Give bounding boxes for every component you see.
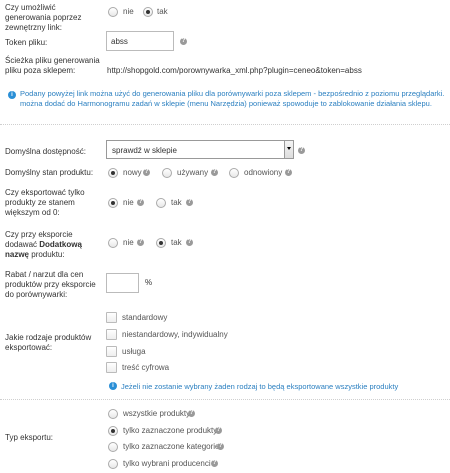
zero-stock-tak-help-icon[interactable]: ? — [186, 199, 193, 206]
zero-stock-label: Czy eksportować tylko produkty ze stanem… — [5, 188, 85, 217]
export-link-option-tak: tak — [157, 7, 168, 16]
token-label: Token pliku: — [5, 38, 48, 47]
zero-stock-radio-nie[interactable] — [108, 198, 118, 208]
product-type-tresc-checkbox[interactable] — [106, 362, 117, 373]
export-type-radio-all[interactable] — [108, 409, 118, 419]
extra-name-nie-help-icon[interactable]: ? — [137, 239, 144, 246]
discount-unit: % — [145, 278, 153, 287]
info-icon: i — [8, 91, 16, 99]
condition-option-odnowiony: odnowiony — [244, 168, 283, 177]
product-type-niestandardowy-checkbox[interactable] — [106, 329, 117, 340]
extra-name-tak-help-icon[interactable]: ? — [186, 239, 193, 246]
export-type-label: Typ eksportu: — [5, 433, 54, 442]
condition-option-uzywany: używany — [177, 168, 209, 177]
condition-nowy-help-icon[interactable]: ? — [143, 169, 150, 176]
product-types-info-icon: i — [109, 382, 117, 390]
availability-label: Domyślna dostępność: — [5, 147, 86, 156]
export-type-option-products: tylko zaznaczone produkty — [123, 426, 218, 435]
zero-stock-nie-help-icon[interactable]: ? — [137, 199, 144, 206]
product-type-tresc-label: treść cyfrowa — [122, 363, 170, 372]
availability-value: sprawdź w sklepie — [112, 146, 177, 155]
export-type-products-help-icon[interactable]: ? — [215, 427, 222, 434]
availability-help-icon[interactable]: ? — [298, 147, 305, 154]
export-type-radio-producers[interactable] — [108, 459, 118, 469]
token-value: abss — [111, 37, 128, 46]
extra-name-option-tak: tak — [171, 238, 182, 247]
zero-stock-option-tak: tak — [171, 198, 182, 207]
export-type-radio-categories[interactable] — [108, 442, 118, 452]
condition-odnowiony-help-icon[interactable]: ? — [285, 169, 292, 176]
separator — [0, 124, 450, 125]
discount-input[interactable] — [106, 273, 139, 293]
product-type-usluga-label: usługa — [122, 347, 146, 356]
path-url: http://shopgold.com/porownywarka_xml.php… — [107, 66, 362, 75]
separator-2 — [0, 399, 450, 400]
token-input[interactable]: abss — [106, 31, 174, 51]
product-types-label: Jakie rodzaje produktów eksportować: — [5, 333, 92, 352]
extra-name-label-post: produktu: — [29, 250, 65, 259]
product-types-note: Jeżeli nie zostanie wybrany żaden rodzaj… — [121, 382, 399, 391]
product-type-niestandardowy-label: niestandardowy, indywidualny — [122, 330, 228, 339]
condition-radio-uzywany[interactable] — [162, 168, 172, 178]
condition-label: Domyślny stan produktu: — [5, 168, 94, 177]
extra-name-radio-nie[interactable] — [108, 238, 118, 248]
link-note: Podany powyżej link można użyć do genero… — [20, 89, 445, 108]
export-type-option-all: wszystkie produkty — [123, 409, 191, 418]
product-type-usluga-checkbox[interactable] — [106, 346, 117, 357]
export-link-option-nie: nie — [123, 7, 134, 16]
export-type-option-producers: tylko wybrani producenci — [123, 459, 211, 468]
availability-select[interactable]: sprawdź w sklepie — [106, 140, 294, 159]
export-type-radio-products[interactable] — [108, 426, 118, 436]
condition-uzywany-help-icon[interactable]: ? — [211, 169, 218, 176]
export-link-radio-nie[interactable] — [108, 7, 118, 17]
extra-name-radio-tak[interactable] — [156, 238, 166, 248]
export-type-categories-help-icon[interactable]: ? — [217, 443, 224, 450]
export-type-option-categories: tylko zaznaczone kategorie — [123, 442, 220, 451]
token-help-icon[interactable]: ? — [180, 38, 187, 45]
zero-stock-option-nie: nie — [123, 198, 134, 207]
discount-label: Rabat / narzut dla cen produktów przy ek… — [5, 270, 96, 299]
product-type-standardowy-checkbox[interactable] — [106, 312, 117, 323]
condition-radio-odnowiony[interactable] — [229, 168, 239, 178]
condition-option-nowy: nowy — [123, 168, 142, 177]
path-label: Ścieżka pliku generowania pliku poza skl… — [5, 56, 100, 75]
export-link-label: Czy umożliwić generowania poprzez zewnęt… — [5, 3, 82, 32]
product-type-standardowy-label: standardowy — [122, 313, 168, 322]
export-type-all-help-icon[interactable]: ? — [188, 410, 195, 417]
zero-stock-radio-tak[interactable] — [156, 198, 166, 208]
export-type-producers-help-icon[interactable]: ? — [211, 460, 218, 467]
chevron-down-icon[interactable] — [284, 141, 293, 158]
condition-radio-nowy[interactable] — [108, 168, 118, 178]
extra-name-option-nie: nie — [123, 238, 134, 247]
extra-name-label: Czy przy eksporcie dodawać Dodatkową naz… — [5, 230, 100, 260]
export-link-radio-tak[interactable] — [143, 7, 153, 17]
